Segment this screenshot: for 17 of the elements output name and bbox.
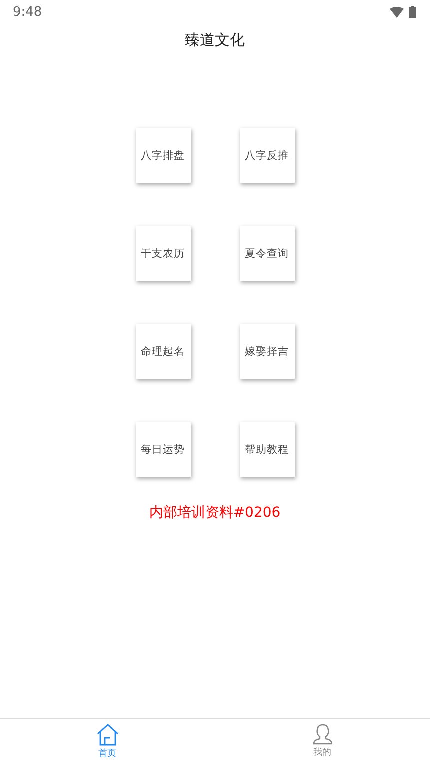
menu-tile[interactable]: 干支农历 [136, 226, 190, 281]
wifi-icon [390, 6, 404, 18]
menu-tile[interactable]: 八字排盘 [136, 128, 190, 183]
menu-tile[interactable]: 八字反推 [240, 128, 294, 183]
menu-tile[interactable]: 夏令查询 [240, 226, 294, 281]
menu-tile[interactable]: 命理起名 [136, 324, 190, 379]
notice-text: 内部培训资料#0206 [149, 505, 281, 521]
page-title: 臻道文化 [185, 30, 245, 50]
menu-tile[interactable]: 嫁娶择吉 [240, 324, 294, 379]
tab-item[interactable]: 我的 [215, 719, 430, 764]
status-time: 9:48 [13, 4, 42, 20]
person-icon [312, 724, 332, 745]
battery-icon [409, 6, 416, 18]
home-icon [96, 724, 118, 746]
menu-tile[interactable]: 帮助教程 [240, 422, 294, 477]
menu-tile[interactable]: 每日运势 [136, 422, 190, 477]
tab-item[interactable]: 首页 [0, 719, 215, 764]
